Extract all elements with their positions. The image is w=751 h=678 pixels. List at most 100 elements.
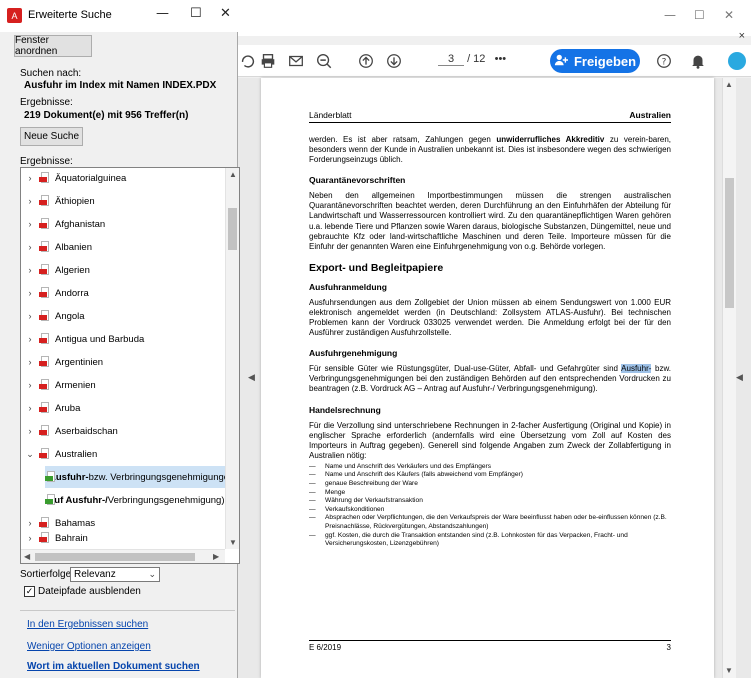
pdf-file-icon: [39, 356, 51, 368]
chevron-right-icon[interactable]: ›: [21, 173, 39, 183]
tree-item-algerien[interactable]: › Algerien: [21, 259, 226, 281]
notification-bell-icon[interactable]: [688, 51, 708, 71]
chevron-down-icon[interactable]: ⌄: [21, 449, 39, 460]
pdf-file-icon: [39, 333, 51, 345]
chevron-right-icon[interactable]: ›: [21, 288, 39, 298]
tree-item-aruba[interactable]: › Aruba: [21, 397, 226, 419]
scroll-left-icon[interactable]: ◀: [24, 552, 30, 561]
results-tree[interactable]: › Äquatorialguinea › Äthiopien › Afghanista…: [20, 167, 240, 564]
pdf-footer-page: 3: [666, 643, 671, 652]
share-button[interactable]: Freigeben: [550, 49, 640, 73]
help-icon[interactable]: ?: [654, 51, 674, 71]
minimize-icon[interactable]: —: [664, 8, 676, 22]
chevron-right-icon[interactable]: ›: [21, 219, 39, 229]
search-hit-item[interactable]: Ausfuhr- bzw. Verbringungsgenehmigunge: [45, 466, 229, 488]
page-number-input[interactable]: 3: [438, 53, 464, 66]
pdf-heading-handelsrechnung: Handelsrechnung: [309, 404, 381, 415]
reader-toolbar: 3 / 12 ••• Freigeben ?: [238, 45, 751, 77]
sort-select[interactable]: Relevanz ⌄: [70, 567, 160, 582]
chevron-right-icon[interactable]: ›: [21, 334, 39, 344]
close-icon[interactable]: ✕: [220, 6, 231, 21]
fewer-options-link[interactable]: Weniger Optionen anzeigen: [27, 641, 151, 652]
mail-icon[interactable]: [286, 51, 306, 71]
avatar[interactable]: [728, 52, 746, 70]
scroll-right-icon[interactable]: ▶: [213, 552, 219, 561]
chevron-right-icon[interactable]: ›: [21, 311, 39, 321]
new-search-button[interactable]: Neue Suche: [20, 127, 83, 146]
tree-item-albanien[interactable]: › Albanien: [21, 236, 226, 258]
redo-icon[interactable]: [238, 51, 258, 71]
search-for-label: Suchen nach:: [20, 68, 82, 79]
more-tools-icon[interactable]: •••: [495, 53, 507, 65]
chevron-right-icon[interactable]: ›: [21, 403, 39, 413]
chevron-right-icon[interactable]: ›: [21, 196, 39, 206]
scroll-up-icon[interactable]: ▲: [229, 170, 237, 179]
scroll-down-icon[interactable]: ▼: [725, 666, 733, 675]
pdf-file-icon: [39, 448, 51, 460]
pdf-file-icon: [39, 172, 51, 184]
close-tab-icon[interactable]: ×: [739, 30, 745, 42]
tree-item-armenien[interactable]: › Armenien: [21, 374, 226, 396]
add-user-icon: [554, 53, 568, 70]
chevron-right-icon[interactable]: ›: [21, 242, 39, 252]
search-in-results-link[interactable]: In den Ergebnissen suchen: [27, 619, 148, 630]
sort-label: Sortierfolge:: [20, 569, 74, 580]
results-label: Ergebnisse:: [20, 97, 73, 108]
sort-select-value: Relevanz: [74, 569, 116, 580]
chevron-right-icon[interactable]: ›: [21, 265, 39, 275]
zoom-out-icon[interactable]: [314, 51, 334, 71]
tree-item-antigua-und-barbuda[interactable]: › Antigua und Barbuda: [21, 328, 226, 350]
dialog-title: Erweiterte Suche: [28, 9, 112, 21]
chevron-right-icon[interactable]: ›: [21, 533, 39, 543]
tree-item-bahrain[interactable]: › Bahrain: [21, 527, 226, 549]
results-summary: 219 Dokument(e) mit 956 Treffer(n): [24, 110, 189, 121]
tree-item-angola[interactable]: › Angola: [21, 305, 226, 327]
scroll-up-icon[interactable]: ▲: [725, 80, 733, 89]
pdf-heading-quarantaene: Quarantänevorschriften: [309, 175, 406, 186]
scroll-down-icon[interactable]: ▼: [229, 538, 237, 547]
pdf-content: Länderblatt Australien werden. Es ist ab…: [309, 110, 671, 549]
expand-right-pane-icon[interactable]: ◀: [736, 372, 743, 383]
pdf-heading-ausfuhrgenehmigung: Ausfuhrgenehmigung: [309, 348, 398, 359]
tree-item-aequatorialguinea[interactable]: › Äquatorialguinea: [21, 168, 226, 189]
tree-item-aethiopien[interactable]: › Äthiopien: [21, 190, 226, 212]
tree-horizontal-scrollbar-thumb[interactable]: [35, 553, 195, 561]
close-icon[interactable]: ✕: [724, 8, 734, 22]
print-icon[interactable]: [258, 51, 278, 71]
arrange-windows-button[interactable]: Fenster anordnen: [14, 35, 92, 57]
tree-item-aserbaidschan[interactable]: › Aserbaidschan: [21, 420, 226, 442]
chevron-right-icon[interactable]: ›: [21, 426, 39, 436]
tree-vertical-scrollbar-thumb[interactable]: [228, 208, 237, 250]
pdf-paragraph-handelsrechnung: Für die Verzollung sind unterschriebene …: [309, 420, 671, 460]
pdf-file-icon: [39, 532, 51, 544]
dialog-titlebar: A Erweiterte Suche — ☐ ✕: [0, 0, 238, 32]
list-item: Name und Anschrift des Verkäufers und de…: [309, 463, 671, 472]
previous-page-icon[interactable]: [356, 51, 376, 71]
search-hit-highlight: Ausfuhr-: [621, 364, 652, 374]
list-item: ggf. Kosten, die durch die Transaktion e…: [309, 532, 671, 549]
next-page-icon[interactable]: [384, 51, 404, 71]
search-current-document-link[interactable]: Wort im aktuellen Dokument suchen: [27, 661, 200, 672]
tree-item-australien[interactable]: ⌄ Australien: [21, 443, 226, 465]
pdf-heading-ausfuhranmeldung: Ausfuhranmeldung: [309, 281, 387, 292]
list-item: Menge: [309, 489, 671, 498]
document-scrollbar[interactable]: ▲ ▼: [722, 78, 736, 678]
pdf-footer-left: E 6/2019: [309, 643, 342, 652]
pdf-page: Länderblatt Australien werden. Es ist ab…: [261, 78, 714, 678]
tree-item-afghanistan[interactable]: › Afghanistan: [21, 213, 226, 235]
hide-paths-checkbox[interactable]: ✓: [24, 586, 35, 597]
chevron-right-icon[interactable]: ›: [21, 380, 39, 390]
pdf-file-icon: [39, 310, 51, 322]
tree-horizontal-scrollbar[interactable]: ◀ ▶: [21, 549, 225, 563]
minimize-icon[interactable]: —: [156, 6, 169, 21]
maximize-icon[interactable]: ☐: [190, 6, 202, 21]
document-scrollbar-thumb[interactable]: [725, 178, 734, 308]
tree-item-andorra[interactable]: › Andorra: [21, 282, 226, 304]
collapse-left-pane-icon[interactable]: ◀: [248, 372, 255, 383]
search-hit-item[interactable]: auf Ausfuhr-/ Verbringungsgenehmigung).: [45, 489, 227, 511]
maximize-icon[interactable]: ☐: [694, 8, 705, 22]
pdf-paragraph-ausfuhrgenehmigung: Für sensible Güter wie Rüstungsgüter, Du…: [309, 364, 671, 394]
tree-item-argentinien[interactable]: › Argentinien: [21, 351, 226, 373]
tree-vertical-scrollbar[interactable]: ▲ ▼: [225, 168, 239, 549]
chevron-right-icon[interactable]: ›: [21, 357, 39, 367]
